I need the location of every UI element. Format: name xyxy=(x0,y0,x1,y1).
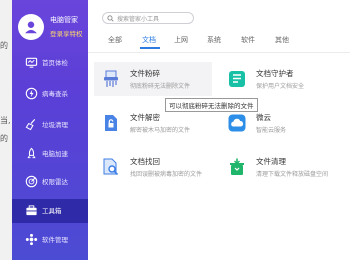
user-avatar-icon xyxy=(25,21,37,34)
tencent-pc-manager-window: 的 当, 的 电脑管家 登录享特权 首页体检 病毒查杀 垃圾清理 电脑加速 权限… xyxy=(0,0,350,260)
login-link[interactable]: 登录享特权 xyxy=(50,28,83,38)
sidebar-item-virus-scan[interactable]: 病毒查杀 xyxy=(12,82,88,106)
tool-file-cleanup[interactable]: 文件清理 清理下载文件释放磁盘空间 xyxy=(220,150,338,184)
search-icon xyxy=(107,15,114,22)
tool-title: 文件粉碎 xyxy=(130,69,160,78)
document-search-icon xyxy=(100,156,122,178)
broom-icon xyxy=(24,117,38,131)
tool-title: 文档找回 xyxy=(130,157,160,166)
tool-description: 找回误删被病毒加密的文件 xyxy=(130,171,203,178)
sidebar-item-junk-cleanup[interactable]: 垃圾清理 xyxy=(12,113,88,137)
tool-description: 彻底粉碎无法删除文件 xyxy=(130,83,191,90)
tool-title: 文件解密 xyxy=(130,113,160,122)
background-window-strip: 的 当, 的 xyxy=(0,0,12,260)
background-text: 当, xyxy=(0,116,11,125)
divider xyxy=(88,52,350,53)
monitor-icon xyxy=(24,55,38,69)
search-placeholder: 搜索管家小工具 xyxy=(117,16,160,23)
active-tab-indicator xyxy=(140,47,160,49)
sidebar-item-software-manager[interactable]: 软件管理 xyxy=(12,228,88,252)
sidebar-item-home-checkup[interactable]: 首页体检 xyxy=(12,51,88,75)
sidebar-item-label: 电脑加速 xyxy=(42,150,68,158)
sidebar-item-permission-radar[interactable]: 权限雷达 xyxy=(12,170,88,194)
tool-description: 清理下载文件释放磁盘空间 xyxy=(256,171,329,178)
tool-document-guardian[interactable]: 文档守护者 保护用户文档安全 xyxy=(220,62,338,96)
tool-description: 智能云服务 xyxy=(256,127,287,134)
shredder-icon xyxy=(100,68,122,90)
sidebar-item-label: 垃圾清理 xyxy=(42,121,68,129)
tool-description: 保护用户文档安全 xyxy=(256,83,305,90)
tab-internet[interactable]: 上网 xyxy=(174,35,188,45)
sidebar-item-speedup[interactable]: 电脑加速 xyxy=(12,142,88,166)
cloud-icon xyxy=(226,112,248,134)
sidebar-item-label: 工具箱 xyxy=(42,207,62,215)
tooltip: 可以彻底粉碎无法删除的文件 xyxy=(165,98,258,112)
sidebar-item-toolbox[interactable]: 工具箱 xyxy=(12,199,88,223)
lightning-shield-icon xyxy=(24,86,38,100)
tab-system[interactable]: 系统 xyxy=(207,35,221,45)
tool-document-recovery[interactable]: 文档找回 找回误删被病毒加密的文件 xyxy=(94,150,212,184)
tool-title: 文件清理 xyxy=(256,157,286,166)
toolbox-panel: 搜索管家小工具 全部 文档 上网 系统 软件 其他 文件粉碎 彻底粉碎无法删除文… xyxy=(88,0,350,260)
search-input[interactable]: 搜索管家小工具 xyxy=(102,12,194,24)
unlock-file-icon xyxy=(100,112,122,134)
tool-file-shredder[interactable]: 文件粉碎 彻底粉碎无法删除文件 xyxy=(94,62,212,96)
rocket-icon xyxy=(24,146,38,160)
background-text: 的 xyxy=(0,41,8,50)
tab-software[interactable]: 软件 xyxy=(241,35,255,45)
category-tabs: 全部 文档 上网 系统 软件 其他 xyxy=(88,34,350,52)
sidebar-item-label: 软件管理 xyxy=(42,236,68,244)
sidebar-item-label: 权限雷达 xyxy=(42,178,68,186)
trash-download-icon xyxy=(226,156,248,178)
avatar[interactable] xyxy=(18,14,44,40)
radar-icon xyxy=(24,174,38,188)
profile-name: 电脑管家 xyxy=(50,16,78,24)
profile-area: 电脑管家 登录享特权 xyxy=(12,12,88,46)
sidebar-item-label: 首页体检 xyxy=(42,59,68,67)
sidebar: 电脑管家 登录享特权 首页体检 病毒查杀 垃圾清理 电脑加速 权限雷达 工具箱 … xyxy=(12,0,88,260)
tab-all[interactable]: 全部 xyxy=(108,35,122,45)
tool-description: 解密被木马加密的文件 xyxy=(130,127,191,134)
tab-other[interactable]: 其他 xyxy=(275,35,289,45)
tool-title: 文档守护者 xyxy=(256,69,294,78)
software-icon xyxy=(24,232,38,246)
toolbox-icon xyxy=(24,203,38,217)
sidebar-item-label: 病毒查杀 xyxy=(42,90,68,98)
tab-documents[interactable]: 文档 xyxy=(142,35,156,45)
document-shield-icon xyxy=(226,68,248,90)
tool-title: 微云 xyxy=(256,113,271,122)
background-text: 的 xyxy=(0,134,8,143)
